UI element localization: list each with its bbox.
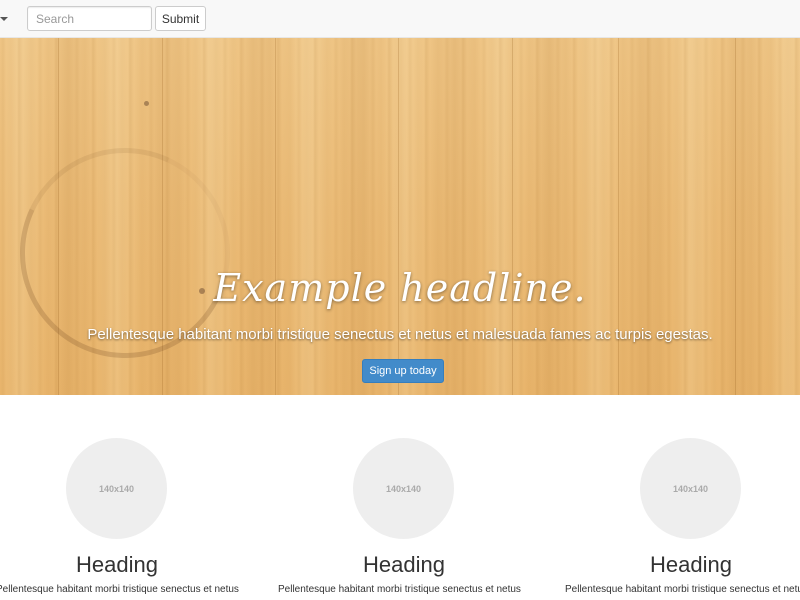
stain-dot <box>144 101 149 106</box>
hero-headline: Example headline. <box>213 266 587 310</box>
submit-button[interactable]: Submit <box>155 6 206 31</box>
dropdown-caret-icon[interactable] <box>0 17 8 21</box>
navbar: Submit <box>0 0 800 38</box>
column-text: Pellentesque habitant morbi tristique se… <box>0 584 239 595</box>
column-heading: Heading <box>650 552 732 577</box>
sign-up-button[interactable]: Sign up today <box>362 359 444 383</box>
column-heading: Heading <box>363 552 445 577</box>
feature-column-1: 140x140 Heading Pellentesque habitant mo… <box>0 395 287 600</box>
search-input[interactable] <box>27 6 152 31</box>
hero-carousel: Example headline. Pellentesque habitant … <box>0 38 800 395</box>
column-text: Pellentesque habitant morbi tristique se… <box>565 584 800 595</box>
placeholder-image: 140x140 <box>353 438 454 539</box>
feature-column-3: 140x140 Heading Pellentesque habitant mo… <box>547 395 800 600</box>
column-heading: Heading <box>76 552 158 577</box>
coffee-stain-decoration <box>0 118 260 388</box>
column-text: Pellentesque habitant morbi tristique se… <box>278 584 521 595</box>
placeholder-image: 140x140 <box>640 438 741 539</box>
placeholder-image: 140x140 <box>66 438 167 539</box>
hero-text: Pellentesque habitant morbi tristique se… <box>87 326 713 343</box>
feature-column-2: 140x140 Heading Pellentesque habitant mo… <box>260 395 547 600</box>
